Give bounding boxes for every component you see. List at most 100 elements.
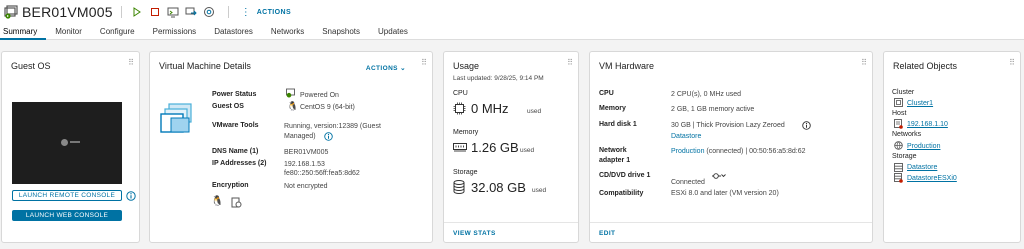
storage-usage-label: Storage — [453, 169, 478, 176]
hw-memory-value: 2 GB, 1 GB memory active — [671, 106, 755, 113]
vmware-tools-value-line1: Running, version:12389 (Guest — [284, 123, 381, 130]
kebab-icon[interactable]: ⋮ — [241, 7, 251, 18]
chevron-down-icon: ⌄ — [400, 65, 406, 72]
linux-tux-icon: 🐧 — [287, 101, 299, 111]
tab-updates[interactable]: Updates — [369, 24, 417, 40]
vm-name-title: BER01VM005 — [22, 4, 113, 20]
title-separator — [120, 6, 122, 18]
hw-compatibility-value: ESXi 8.0 and later (VM version 20) — [671, 190, 779, 197]
tab-permissions[interactable]: Permissions — [144, 24, 206, 40]
drag-handle-icon[interactable]: ⠿ — [421, 58, 427, 67]
hard-disk-info-icon[interactable] — [802, 121, 811, 130]
edit-hardware-link[interactable]: EDIT — [599, 230, 615, 237]
hw-hard-disk-value: 30 GB | Thick Provision Lazy Zeroed — [671, 122, 785, 129]
vm-details-actions-menu[interactable]: ACTIONS ⌄ — [366, 64, 406, 72]
network-globe-icon — [894, 141, 903, 150]
hw-cpu-value: 2 CPU(s), 0 MHz used — [671, 91, 742, 98]
tab-bar: Summary Monitor Configure Permissions Da… — [0, 24, 1024, 40]
drag-handle-icon[interactable]: ⠿ — [861, 58, 867, 67]
host-server-icon — [894, 119, 903, 129]
launch-remote-console-button[interactable]: LAUNCH REMOTE CONSOLE — [12, 190, 122, 201]
hw-cd-dvd-value: Connected — [671, 179, 705, 186]
open-console-icon[interactable] — [166, 5, 180, 19]
hw-memory-label: Memory — [599, 105, 626, 112]
related-objects-title: Related Objects — [893, 61, 958, 71]
ip-addresses-label: IP Addresses (2) — [212, 160, 267, 167]
hw-hard-disk-datastore-link[interactable]: Datastore — [671, 132, 701, 141]
encryption-label: Encryption — [212, 182, 249, 189]
console-area: LAUNCH REMOTE CONSOLE LAUNCH WEB CONSOLE — [12, 102, 122, 233]
guest-os-title: Guest OS — [11, 61, 51, 71]
hw-compatibility-label: Compatibility — [599, 190, 644, 197]
tab-configure[interactable]: Configure — [91, 24, 144, 40]
cd-dvd-connect-icon[interactable] — [712, 172, 726, 180]
hw-network-label-line2: adapter 1 — [599, 157, 631, 164]
guest-os-label: Guest OS — [212, 103, 244, 110]
header-actions-menu[interactable]: ACTIONS — [257, 9, 291, 16]
vm-hardware-card: VM Hardware ⠿ CPU 2 CPU(s), 0 MHz used M… — [589, 51, 873, 243]
networks-section-label: Networks — [892, 131, 922, 138]
console-thumbnail[interactable] — [12, 102, 122, 184]
tab-monitor[interactable]: Monitor — [46, 24, 91, 40]
centos-boot-logo-icon — [61, 139, 68, 146]
memory-usage-unit: used — [520, 147, 535, 154]
drag-handle-icon[interactable]: ⠿ — [128, 58, 134, 67]
host-link[interactable]: 192.168.1.10 — [907, 120, 948, 129]
cpu-usage-value: 0 MHz — [471, 101, 509, 116]
usage-title: Usage — [453, 61, 480, 71]
drag-handle-icon[interactable]: ⠿ — [1009, 58, 1015, 67]
encryption-value: Not encrypted — [284, 183, 328, 190]
hw-cpu-label: CPU — [599, 90, 614, 97]
actions-separator — [227, 6, 229, 18]
power-off-icon[interactable] — [148, 5, 162, 19]
migrate-icon[interactable] — [184, 5, 198, 19]
hw-hard-disk-label: Hard disk 1 — [599, 121, 637, 128]
vm-details-actions-label: ACTIONS — [365, 65, 398, 72]
cluster-icon — [894, 98, 903, 107]
cpu-usage-unit: used — [527, 108, 542, 115]
ip-address-v4: 192.168.1.53 — [284, 161, 325, 168]
last-updated: Last updated: 9/28/25, 9:14 PM — [453, 75, 544, 82]
tab-snapshots[interactable]: Snapshots — [313, 24, 369, 40]
cluster-link[interactable]: Cluster1 — [907, 99, 933, 108]
usage-card: Usage ⠿ Last updated: 9/28/25, 9:14 PM C… — [443, 51, 579, 243]
page-header: BER01VM005 ⋮ ACTIONS Summary Monitor Con… — [0, 0, 1024, 40]
info-icon[interactable] — [126, 191, 136, 201]
view-stats-link[interactable]: VIEW STATS — [453, 230, 496, 237]
tab-networks[interactable]: Networks — [262, 24, 313, 40]
datastore-warning-icon — [894, 173, 903, 183]
vm-hardware-title: VM Hardware — [599, 61, 655, 71]
vmware-tools-value-line2: Managed) — [284, 133, 316, 140]
linux-tux-icon: 🐧 — [211, 196, 224, 207]
usage-footer-divider — [444, 222, 578, 223]
vm-settings-icon — [231, 197, 242, 208]
guest-os-value: CentOS 9 (64-bit) — [300, 104, 355, 111]
storage-usage-value: 32.08 GB — [471, 180, 526, 195]
guest-os-card: Guest OS ⠿ LAUNCH REMOTE CONSOLE LAUNCH … — [1, 51, 140, 243]
memory-usage-label: Memory — [453, 129, 479, 136]
tab-datastores[interactable]: Datastores — [205, 24, 262, 40]
memory-usage-value: 1.26 GB — [471, 140, 519, 155]
hardware-footer-divider — [590, 222, 872, 223]
snapshot-icon[interactable] — [202, 5, 216, 19]
power-on-icon[interactable] — [130, 5, 144, 19]
cpu-usage-label: CPU — [453, 90, 468, 97]
datastore-icon — [894, 163, 903, 172]
datastore-link-2[interactable]: DatastoreESXi0 — [907, 174, 957, 183]
cpu-chip-icon — [453, 102, 466, 115]
vmware-tools-info-icon[interactable] — [324, 132, 333, 141]
storage-database-icon — [453, 180, 465, 194]
network-production-link[interactable]: Production — [907, 142, 940, 151]
dns-name-label: DNS Name (1) — [212, 148, 259, 155]
vm-large-icon — [160, 103, 192, 133]
power-status-value: Powered On — [300, 92, 339, 99]
tab-summary[interactable]: Summary — [0, 24, 47, 40]
hw-network-production-link[interactable]: Production — [671, 148, 704, 155]
drag-handle-icon[interactable]: ⠿ — [567, 58, 573, 67]
storage-usage-unit: used — [532, 187, 547, 194]
power-status-label: Power Status — [212, 91, 257, 98]
launch-web-console-button[interactable]: LAUNCH WEB CONSOLE — [12, 210, 122, 221]
storage-section-label: Storage — [892, 153, 917, 160]
datastore-link-1[interactable]: Datastore — [907, 163, 937, 172]
hw-cd-dvd-label: CD/DVD drive 1 — [599, 172, 651, 179]
